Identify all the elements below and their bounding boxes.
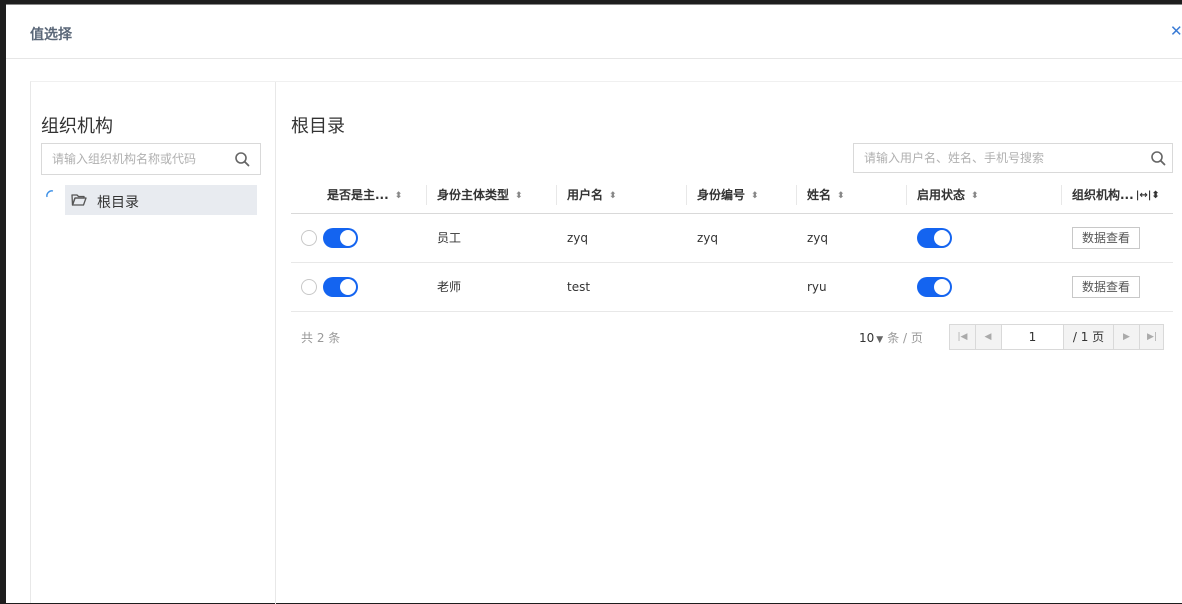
cell-status	[907, 213, 1062, 263]
caret-down-icon: ▼	[876, 335, 884, 345]
sort-icon[interactable]: ⬍	[751, 191, 759, 201]
is-main-toggle[interactable]	[323, 227, 358, 248]
folder-open-icon	[71, 194, 87, 206]
tree-node-root[interactable]: 根目录	[65, 185, 257, 215]
cell-id-number	[687, 262, 797, 312]
next-page-icon[interactable]: ▶	[1114, 325, 1139, 349]
dialog-content: 组织机构 根目录 根目录	[30, 81, 1182, 604]
table-row[interactable]: 员工 zyq zyq zyq 数据查看	[291, 213, 1173, 263]
org-search-input[interactable]	[42, 144, 228, 174]
table-header-row: 是否是主... ⬍ 身份主体类型 ⬍ 用户名 ⬍ 身份编号 ⬍ 姓名 ⬍ 启用状态 ⬍ 组织…	[291, 177, 1173, 214]
cell-name: ryu	[797, 262, 907, 312]
page-size-select[interactable]: 10 ▼ 条 / 页	[859, 329, 923, 346]
user-table: 是否是主... ⬍ 身份主体类型 ⬍ 用户名 ⬍ 身份编号 ⬍ 姓名 ⬍ 启用状态 ⬍ 组织…	[291, 177, 1173, 312]
sort-icon[interactable]: ⬍	[837, 191, 845, 201]
column-header-id-number[interactable]: 身份编号 ⬍	[687, 177, 797, 214]
page-size-value: 10	[859, 331, 875, 345]
dialog-header: 值选择 ✕	[6, 5, 1182, 59]
close-icon[interactable]: ✕	[1170, 23, 1182, 39]
page-size-unit: 条 / 页	[887, 331, 923, 345]
enabled-toggle[interactable]	[917, 227, 952, 248]
cell-type: 老师	[427, 262, 557, 312]
cell-action: 数据查看	[1062, 262, 1173, 312]
sort-icon[interactable]: ⬍	[395, 191, 403, 201]
dialog-title: 值选择	[30, 27, 72, 43]
prev-page-icon[interactable]: ◀	[975, 325, 1000, 349]
user-search-box	[853, 143, 1173, 173]
enabled-toggle[interactable]	[917, 276, 952, 297]
user-search-input[interactable]	[854, 144, 1140, 172]
view-data-button[interactable]: 数据查看	[1072, 275, 1141, 298]
column-header-org[interactable]: 组织机构... |↔|⬍	[1062, 177, 1173, 214]
cell-name: zyq	[797, 213, 907, 263]
org-panel: 组织机构 根目录	[31, 82, 276, 604]
sort-icon[interactable]: ⬍	[515, 191, 523, 201]
row-radio[interactable]	[301, 278, 317, 295]
is-main-toggle[interactable]	[323, 276, 358, 297]
table-row[interactable]: 老师 test ryu 数据查看	[291, 262, 1173, 312]
tree-node-label: 根目录	[97, 195, 139, 211]
column-header-status[interactable]: 启用状态 ⬍	[907, 177, 1062, 214]
org-search-box	[41, 143, 261, 175]
list-title: 根目录	[291, 116, 345, 137]
page-number-input[interactable]: 1	[1001, 325, 1064, 349]
column-header-name[interactable]: 姓名 ⬍	[797, 177, 907, 214]
column-resize-icon[interactable]: |↔|⬍	[1136, 190, 1160, 201]
cell-status	[907, 262, 1062, 312]
cell-username: test	[557, 262, 687, 312]
sort-icon[interactable]: ⬍	[971, 191, 979, 201]
pager-controls: |◀ ◀ 1 / 1 页 ▶ ▶|	[949, 324, 1164, 350]
search-icon[interactable]	[1150, 150, 1166, 166]
value-select-dialog: 值选择 ✕ 组织机构 根目录	[6, 4, 1182, 604]
user-list-panel: 根目录 是否是主...⬍ 身份主体类型⬍ 用户名⬍ 身份编号⬍	[291, 82, 1182, 604]
search-icon[interactable]	[234, 151, 250, 167]
total-pages: / 1 页	[1064, 325, 1114, 349]
total-count: 共 2 条	[301, 331, 341, 345]
org-panel-title: 组织机构	[41, 116, 113, 137]
cell-type: 员工	[427, 213, 557, 263]
sort-icon[interactable]: ⬍	[609, 191, 617, 201]
row-select-cell	[291, 262, 427, 312]
row-radio[interactable]	[301, 229, 317, 246]
row-select-cell	[291, 213, 427, 263]
column-header-is-main[interactable]: 是否是主... ⬍	[291, 177, 427, 214]
cell-action: 数据查看	[1062, 213, 1173, 263]
first-page-icon[interactable]: |◀	[950, 325, 975, 349]
column-header-username[interactable]: 用户名 ⬍	[557, 177, 687, 214]
cell-username: zyq	[557, 213, 687, 263]
view-data-button[interactable]: 数据查看	[1072, 226, 1141, 249]
column-header-type[interactable]: 身份主体类型 ⬍	[427, 177, 557, 214]
loading-spinner-icon	[46, 190, 54, 198]
last-page-icon[interactable]: ▶|	[1139, 325, 1164, 349]
cell-id-number: zyq	[687, 213, 797, 263]
